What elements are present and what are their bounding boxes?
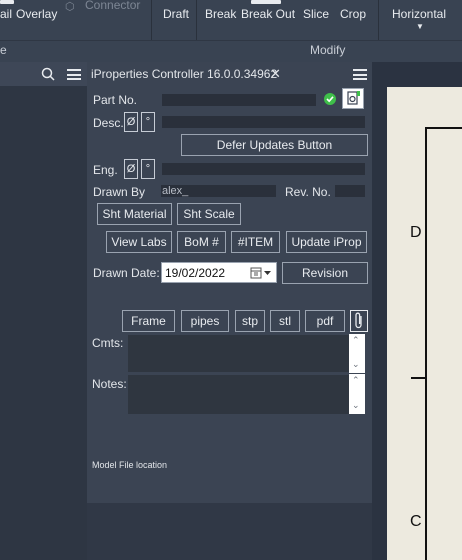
ribbon-item-slice[interactable]: Slice — [303, 7, 329, 21]
drawn-by-value: alex_ — [162, 185, 189, 197]
rev-no-field[interactable] — [335, 185, 365, 197]
sheet-border-top — [425, 127, 462, 129]
ribbon-group-modify: Modify — [310, 43, 346, 57]
cmts-label: Cmts: — [92, 336, 124, 350]
pipes-button[interactable]: pipes — [181, 310, 229, 332]
revision-button[interactable]: Revision — [282, 262, 368, 284]
close-icon[interactable]: ✕ — [270, 66, 281, 82]
ribbon-item-horizontal[interactable]: Horizontal — [392, 7, 446, 21]
frame-button[interactable]: Frame — [122, 310, 175, 332]
bom-button[interactable]: BoM # — [177, 231, 226, 253]
panel-menu-icon[interactable] — [353, 69, 367, 80]
diameter-button[interactable]: Ø — [124, 112, 138, 132]
desc-field[interactable] — [162, 116, 365, 128]
ribbon-item-detail[interactable]: ail — [0, 7, 12, 21]
view-labs-button[interactable]: View Labs — [106, 231, 172, 253]
notes-scrollbar[interactable]: ⌃ ⌄ — [349, 374, 365, 414]
rev-no-label: Rev. No. — [285, 185, 331, 199]
drawing-sheet[interactable]: D C — [387, 87, 462, 560]
eng-diameter-button[interactable]: Ø — [124, 159, 138, 179]
desc-label: Desc. — [93, 116, 124, 130]
ribbon-item-crop[interactable]: Crop — [340, 7, 366, 21]
zone-label-d: D — [410, 224, 422, 241]
check-icon — [324, 93, 336, 105]
calendar-dropdown-icon[interactable] — [250, 267, 274, 279]
ribbon-group-left: e — [0, 43, 7, 57]
browser-header — [0, 62, 87, 86]
eng-label: Eng. — [93, 163, 118, 177]
sheet-border-line — [425, 127, 427, 560]
ribbon-icon — [0, 0, 14, 4]
ribbon-item-break-out[interactable]: Break Out — [241, 7, 295, 21]
ribbon-item-draft[interactable]: Draft — [163, 7, 189, 21]
update-iprop-button[interactable]: Update iProp — [286, 231, 367, 253]
stl-button[interactable]: stl — [270, 310, 300, 332]
eng-field[interactable] — [162, 163, 365, 175]
connector-icon: ⬡ — [65, 1, 75, 13]
iproperties-panel: Part No. Desc. Ø ° Defer Updates Button … — [87, 86, 372, 503]
browser-body — [0, 86, 87, 560]
scroll-up-icon[interactable]: ⌃ — [352, 375, 360, 386]
comments-scrollbar[interactable]: ⌃ ⌄ — [349, 334, 365, 373]
sht-scale-button[interactable]: Sht Scale — [177, 203, 241, 225]
ribbon-item-overlay[interactable]: Overlay — [16, 7, 57, 21]
comments-textarea[interactable] — [128, 335, 350, 372]
model-file-location-label: Model File location — [92, 460, 168, 470]
panel-title: iProperties Controller 16.0.0.34962 — [91, 67, 278, 81]
scroll-down-icon[interactable]: ⌄ — [352, 400, 360, 411]
part-no-field[interactable] — [162, 94, 316, 106]
degree-button[interactable]: ° — [141, 112, 155, 132]
sht-material-button[interactable]: Sht Material — [97, 203, 172, 225]
defer-updates-button[interactable]: Defer Updates Button — [181, 134, 368, 156]
scroll-up-icon[interactable]: ⌃ — [352, 335, 360, 346]
ribbon-item-connector[interactable]: Connector — [85, 0, 140, 12]
browser-menu-icon[interactable] — [67, 69, 81, 80]
notes-label: Notes: — [92, 377, 127, 391]
stp-button[interactable]: stp — [235, 310, 265, 332]
ribbon-item-break[interactable]: Break — [205, 7, 236, 21]
notes-textarea[interactable] — [128, 375, 350, 414]
paperclip-icon — [355, 312, 362, 329]
zone-label-c: C — [410, 513, 422, 530]
pdf-button[interactable]: pdf — [305, 310, 345, 332]
drawn-by-label: Drawn By — [93, 185, 146, 199]
chevron-down-icon[interactable]: ▼ — [416, 22, 424, 31]
eng-degree-button[interactable]: ° — [141, 159, 155, 179]
panel-header: iProperties Controller 16.0.0.34962 ✕ — [87, 62, 372, 86]
drawn-date-picker[interactable]: 19/02/2022 — [161, 262, 277, 283]
drawn-date-value: 19/02/2022 — [165, 266, 226, 280]
ribbon: ail Overlay ⬡ Connector Draft Break Brea… — [0, 0, 462, 62]
drawn-date-label: Drawn Date: — [93, 266, 160, 280]
scroll-down-icon[interactable]: ⌄ — [352, 359, 360, 370]
search-icon[interactable] — [41, 67, 55, 81]
file-icon[interactable] — [342, 88, 364, 109]
part-no-label: Part No. — [93, 93, 138, 107]
item-button[interactable]: #ITEM — [231, 231, 280, 253]
break-out-icon — [251, 0, 281, 4]
attach-button[interactable] — [350, 310, 368, 332]
panel-footer — [87, 503, 372, 560]
zone-divider — [411, 377, 427, 379]
